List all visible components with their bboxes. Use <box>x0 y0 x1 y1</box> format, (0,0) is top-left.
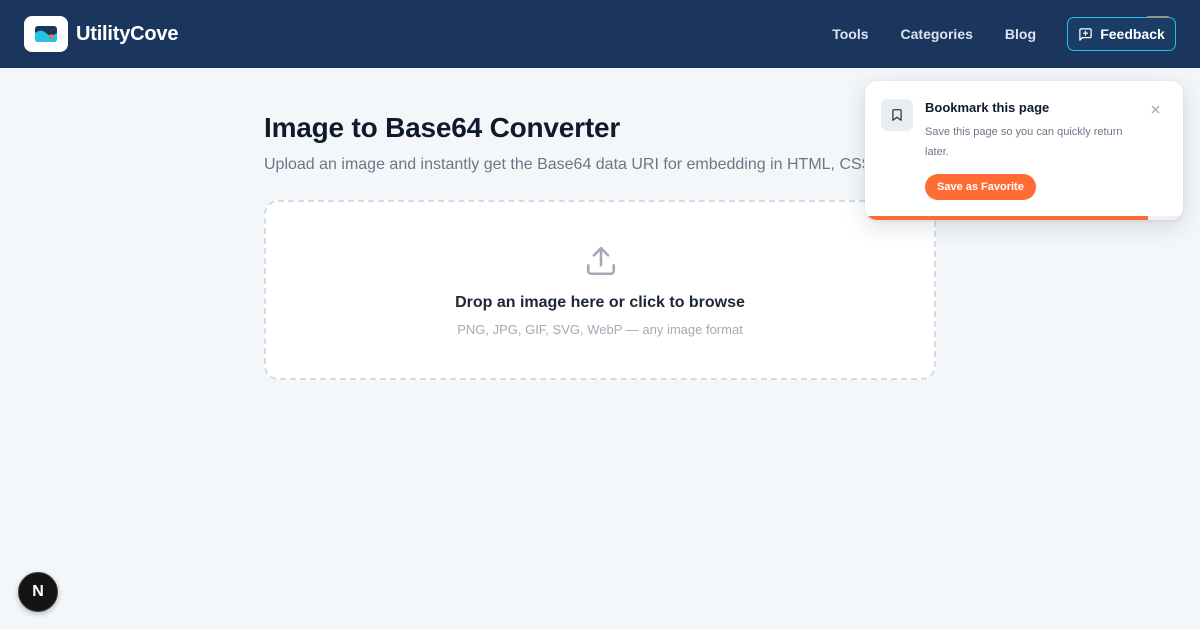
dropzone-hint: PNG, JPG, GIF, SVG, WebP — any image for… <box>457 322 743 337</box>
bookmark-toast: Bookmark this page Save this page so you… <box>865 81 1183 220</box>
nav-link-categories[interactable]: Categories <box>901 26 973 42</box>
page-title: Image to Base64 Converter <box>264 112 621 143</box>
bookmark-icon <box>881 99 913 131</box>
nav-links: Tools Categories Blog <box>800 0 1036 68</box>
toast-body: Save this page so you can quickly return… <box>925 126 1123 158</box>
page-subtitle: Upload an image and instantly get the Ba… <box>264 156 864 173</box>
wave-logo-icon <box>24 16 68 52</box>
feedback-button[interactable]: Feedback <box>1067 17 1176 51</box>
save-as-favorite-button[interactable]: Save as Favorite <box>925 174 1036 200</box>
feedback-label: Feedback <box>1100 26 1165 42</box>
message-plus-icon <box>1079 27 1092 41</box>
nav-link-tools[interactable]: Tools <box>832 26 868 42</box>
navbar: UtilityCove Tools Categories Blog Feedba… <box>0 0 1200 68</box>
upload-icon <box>586 246 616 276</box>
dev-tools-badge[interactable]: N <box>18 572 58 612</box>
toast-progress-fill <box>865 216 1149 220</box>
image-dropzone[interactable]: Drop an image here or click to browse PN… <box>264 200 936 380</box>
toast-title: Bookmark this page <box>925 100 1050 115</box>
close-icon[interactable] <box>1147 101 1163 117</box>
nav-link-blog[interactable]: Blog <box>1005 26 1036 42</box>
dropzone-title: Drop an image here or click to browse <box>455 294 745 311</box>
brand-link[interactable]: UtilityCove <box>24 16 178 52</box>
toast-progress-track <box>865 216 1183 220</box>
brand-name: UtilityCove <box>76 22 179 45</box>
